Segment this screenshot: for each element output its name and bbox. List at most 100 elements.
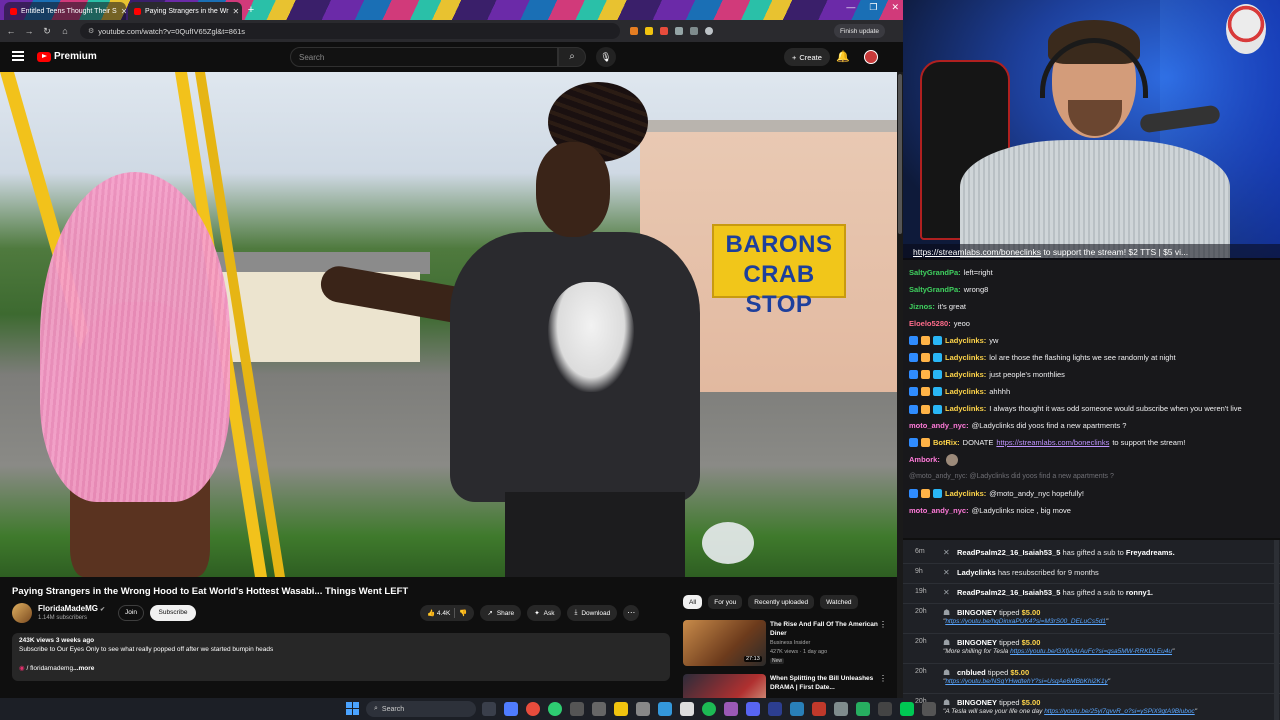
- event-username[interactable]: Ladyclinks: [957, 568, 996, 577]
- join-button[interactable]: Join: [118, 605, 144, 621]
- video-thumbnail[interactable]: [683, 674, 766, 698]
- more-link[interactable]: ...more: [73, 665, 94, 672]
- channel-avatar[interactable]: [12, 603, 32, 623]
- donation-link[interactable]: https://streamlabs.com/boneclinks: [913, 247, 1041, 257]
- filter-chip-recently-uploaded[interactable]: Recently uploaded: [748, 595, 815, 609]
- app-icon[interactable]: [856, 702, 870, 716]
- new-tab-button[interactable]: +: [245, 4, 257, 16]
- reload-icon[interactable]: ↻: [40, 26, 54, 37]
- tip-link[interactable]: https://youtu.be/NSgYHwdtehY?si=UsqAe6MB…: [945, 678, 1107, 685]
- url-field[interactable]: ⚙ youtube.com/watch?v=0QufIV65Zgl&t=861s: [80, 23, 620, 39]
- chrome-icon[interactable]: [526, 702, 540, 716]
- event-username[interactable]: BINGONEY: [957, 698, 997, 707]
- minimize-button[interactable]: —: [846, 2, 855, 13]
- filter-chip-for-you[interactable]: For you: [708, 595, 743, 609]
- tip-link[interactable]: https://youtu.be/25yl7gvvR_o?si=ySPiX9gt…: [1044, 708, 1195, 715]
- recommended-title[interactable]: The Rise And Fall Of The American Diner: [770, 620, 878, 638]
- home-icon[interactable]: ⌂: [58, 26, 72, 36]
- channel-name-link[interactable]: FloridaMadeMG ✔: [38, 604, 105, 613]
- event-username[interactable]: ReadPsalm22_16_Isaiah53_5: [957, 548, 1060, 557]
- event-username[interactable]: BINGONEY: [957, 638, 997, 647]
- app-icon[interactable]: [658, 702, 672, 716]
- chat-username[interactable]: Ambork:: [909, 451, 940, 468]
- voice-search-button[interactable]: 🎙: [596, 47, 616, 67]
- app-icon[interactable]: [790, 702, 804, 716]
- chat-username[interactable]: Ladyclinks:: [945, 383, 986, 400]
- app-icon[interactable]: [768, 702, 782, 716]
- app-icon[interactable]: [724, 702, 738, 716]
- app-icon[interactable]: [592, 702, 606, 716]
- file-explorer-icon[interactable]: [614, 702, 628, 716]
- discord-icon[interactable]: [746, 702, 760, 716]
- chat-username[interactable]: Ladyclinks:: [945, 404, 986, 413]
- dislike-button[interactable]: 👎: [459, 609, 467, 617]
- extension-icon[interactable]: [660, 27, 668, 35]
- search-input[interactable]: Search: [290, 47, 558, 67]
- forward-icon[interactable]: →: [22, 26, 36, 36]
- event-username[interactable]: cnblued: [957, 668, 986, 677]
- tip-link[interactable]: https://youtu.be/GXfjAArAuFc?si=qsa5MW-R…: [1010, 648, 1172, 655]
- tip-link[interactable]: https://youtu.be/hqDinxaPUK4?si=M3rS00_D…: [945, 618, 1106, 625]
- ask-button[interactable]: ✦ Ask: [527, 605, 562, 621]
- close-tab-icon[interactable]: ✕: [121, 7, 126, 16]
- chat-username[interactable]: Jiznos:: [909, 298, 935, 315]
- recommended-video[interactable]: When Splitting the Bill Unleashes DRAMA …: [683, 674, 893, 698]
- tab-paying-strangers[interactable]: Paying Strangers in the Wr ✕: [128, 2, 242, 20]
- app-icon[interactable]: [834, 702, 848, 716]
- app-icon[interactable]: [636, 702, 650, 716]
- share-button[interactable]: ↗ Share: [480, 605, 522, 621]
- like-button[interactable]: 👍 4.4K: [427, 609, 450, 617]
- back-icon[interactable]: ←: [4, 26, 18, 36]
- tab-entitled-teens[interactable]: Entitled Teens Thought Their S ✕: [4, 2, 126, 20]
- filter-chip-all[interactable]: All: [683, 595, 703, 609]
- feed-scrollbar[interactable]: [1274, 540, 1279, 720]
- chat-username[interactable]: moto_andy_nyc:: [909, 417, 969, 434]
- taskbar-search[interactable]: ⌕ Search: [366, 701, 476, 717]
- notifications-bell-icon[interactable]: 🔔: [836, 50, 850, 63]
- extension-icon[interactable]: [645, 27, 653, 35]
- extension-icon[interactable]: [675, 27, 683, 35]
- app-icon[interactable]: [504, 702, 518, 716]
- chat-username[interactable]: Ladyclinks:: [945, 349, 986, 366]
- browser-icon[interactable]: [548, 702, 562, 716]
- chat-username[interactable]: Ladyclinks:: [945, 332, 986, 349]
- description-link[interactable]: / floridamademg: [26, 665, 73, 672]
- chat-link[interactable]: https://streamlabs.com/boneclinks: [996, 434, 1109, 451]
- task-view-icon[interactable]: [482, 702, 496, 716]
- recommended-video[interactable]: 27:13 The Rise And Fall Of The American …: [683, 620, 893, 670]
- more-actions-button[interactable]: ⋯: [623, 605, 640, 621]
- app-icon[interactable]: [900, 702, 914, 716]
- spotify-icon[interactable]: [702, 702, 716, 716]
- chat-username[interactable]: SaltyGrandPa:: [909, 281, 961, 298]
- close-window-button[interactable]: ✕: [891, 2, 899, 13]
- filter-chip-watched[interactable]: Watched: [820, 595, 858, 609]
- chat-username[interactable]: Ladyclinks:: [945, 485, 986, 502]
- subscribe-button[interactable]: Subscribe: [150, 605, 196, 621]
- app-icon[interactable]: [878, 702, 892, 716]
- description-box[interactable]: 243K views 3 weeks ago Subscribe to Our …: [12, 633, 670, 681]
- puzzle-icon[interactable]: [690, 27, 698, 35]
- app-icon[interactable]: [922, 702, 936, 716]
- search-button[interactable]: ⌕: [558, 47, 586, 67]
- youtube-premium-logo[interactable]: Premium: [37, 51, 97, 62]
- chat-username[interactable]: BotRix:: [933, 434, 960, 451]
- close-tab-icon[interactable]: ✕: [233, 7, 240, 16]
- windows-start-icon[interactable]: [346, 702, 359, 715]
- app-icon[interactable]: [812, 702, 826, 716]
- app-icon[interactable]: [680, 702, 694, 716]
- account-avatar[interactable]: [864, 50, 878, 64]
- maximize-button[interactable]: ❐: [869, 2, 877, 13]
- menu-icon[interactable]: [12, 51, 24, 61]
- chat-username[interactable]: Ladyclinks:: [945, 366, 986, 383]
- chat-username[interactable]: moto_andy_nyc:: [909, 502, 969, 519]
- event-username[interactable]: ReadPsalm22_16_Isaiah53_5: [957, 588, 1060, 597]
- kebab-menu-icon[interactable]: ⋮: [879, 674, 887, 683]
- create-button[interactable]: + Create: [784, 48, 830, 66]
- video-player[interactable]: BARONS CRAB STOP: [0, 72, 897, 577]
- finish-update-button[interactable]: Finish update: [833, 24, 885, 38]
- recommended-title[interactable]: When Splitting the Bill Unleashes DRAMA …: [770, 674, 878, 692]
- site-info-icon[interactable]: ⚙: [88, 27, 94, 35]
- chat-username[interactable]: SaltyGrandPa:: [909, 264, 961, 281]
- scrollbar-thumb[interactable]: [898, 74, 902, 234]
- event-username[interactable]: BINGONEY: [957, 608, 997, 617]
